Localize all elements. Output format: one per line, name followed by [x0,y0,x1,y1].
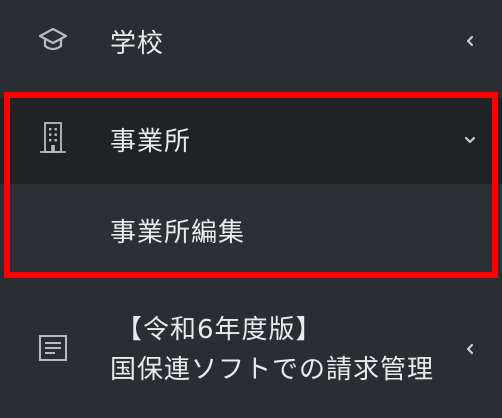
document-icon [36,333,70,363]
sidebar-item-office[interactable]: 事業所 [0,98,502,184]
sidebar-item-label-line1: 【令和6年度版】 [116,315,323,345]
sidebar-menu: 学校 事業所 事業所編集 【令和6年度版】 国保連ソフトでの請求管理 [0,0,502,418]
sidebar-item-school[interactable]: 学校 [0,0,502,88]
sidebar-item-label-line2: 国保連ソフトでの請求管理 [110,355,435,385]
chevron-left-icon[interactable] [462,33,478,49]
sidebar-item-label: 学校 [110,29,165,59]
sidebar-item-label: 【令和6年度版】 国保連ソフトでの請求管理 [110,310,470,390]
chevron-down-icon[interactable] [462,132,478,148]
sidebar-item-kokuho-billing[interactable]: 【令和6年度版】 国保連ソフトでの請求管理 [0,296,502,406]
sidebar-subitem-label: 事業所編集 [110,218,246,248]
building-icon [36,120,70,156]
graduation-cap-icon [36,26,70,54]
chevron-left-icon[interactable] [462,341,478,357]
sidebar-subitem-office-edit[interactable]: 事業所編集 [0,184,502,272]
sidebar-item-label: 事業所 [110,127,192,157]
